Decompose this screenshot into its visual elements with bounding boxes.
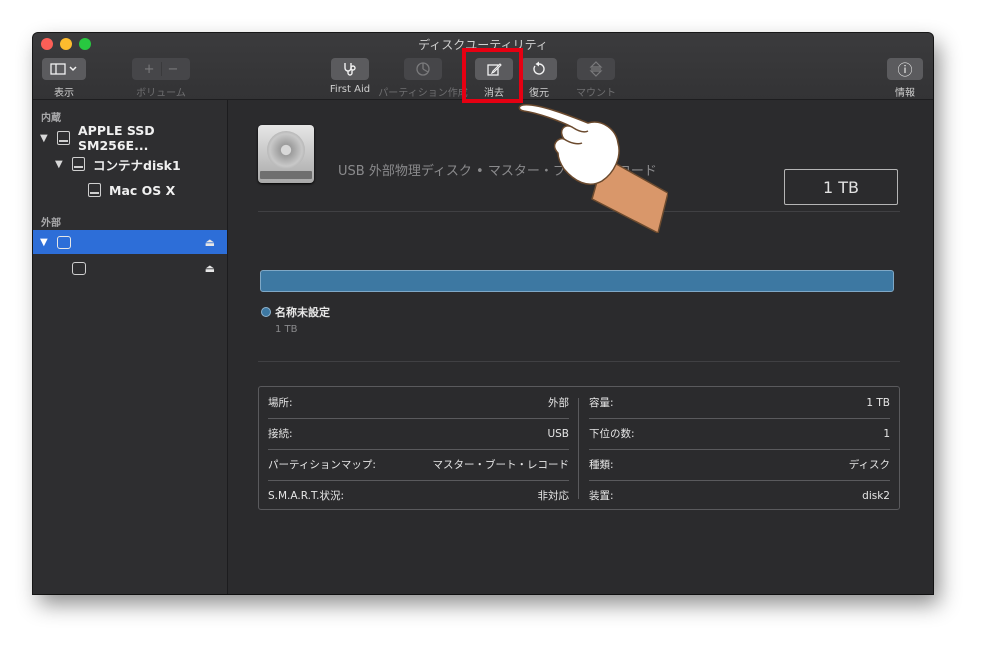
info-row-child-count: 下位の数: 1	[589, 418, 890, 449]
sidebar-section-internal: 内蔵	[41, 113, 61, 124]
sidebar-item-label: APPLE SSD SM256E...	[78, 123, 155, 153]
info-value: マスター・ブート・レコード	[432, 459, 570, 471]
info-value: disk2	[862, 489, 890, 502]
disk-utility-window: ディスクユーティリティ 表示 + − ボリューム First Aid パーティシ…	[33, 33, 933, 594]
sidebar: 内蔵 ▼ APPLE SSD SM256E... ▼ コンテナdisk1 Mac…	[33, 100, 228, 594]
info-row-partition-map: パーティションマップ: マスター・ブート・レコード	[268, 449, 569, 480]
partition-color-dot	[261, 307, 271, 317]
info-key: パーティションマップ:	[268, 459, 376, 471]
stethoscope-icon	[344, 63, 356, 76]
disclosure-triangle-icon[interactable]: ▼	[55, 159, 63, 170]
info-row-capacity: 容量: 1 TB	[589, 387, 890, 418]
external-disk-icon	[57, 235, 71, 249]
info-row-connection: 接続: USB	[268, 418, 569, 449]
info-key: 容量:	[589, 397, 614, 409]
internal-disk-icon	[57, 131, 70, 145]
info-value: USB	[547, 427, 569, 440]
sidebar-toggle-icon	[50, 63, 77, 75]
info-key: 下位の数:	[589, 428, 635, 440]
info-row-device: 装置: disk2	[589, 480, 890, 511]
info-value: ディスク	[848, 459, 890, 471]
eject-icon[interactable]: ⏏	[205, 262, 215, 275]
container-icon	[72, 157, 85, 171]
first-aid-label: First Aid	[329, 84, 371, 95]
restore-button[interactable]	[521, 58, 557, 80]
disk-base	[260, 171, 312, 179]
info-value: 1 TB	[866, 396, 890, 409]
view-button[interactable]	[42, 58, 86, 80]
volume-segmented-control[interactable]: + −	[132, 58, 190, 80]
view-label: 表示	[54, 88, 74, 99]
remove-volume-button[interactable]: −	[168, 62, 179, 77]
disk-capacity: 1 TB	[784, 169, 898, 205]
partition-button[interactable]	[404, 58, 442, 80]
eject-icon[interactable]: ⏏	[205, 236, 215, 249]
volume-label: ボリューム	[136, 88, 186, 99]
info-row-smart-status: S.M.A.R.T.状況: 非対応	[268, 480, 569, 511]
disclosure-triangle-icon[interactable]: ▼	[40, 237, 48, 248]
mount-icon	[589, 61, 603, 77]
info-value: 1	[883, 427, 890, 440]
disk-platter	[267, 131, 305, 169]
info-key: S.M.A.R.T.状況:	[268, 490, 345, 502]
partition-size: 1 TB	[275, 324, 298, 335]
info-key: 場所:	[268, 397, 293, 409]
pointing-hand-icon	[518, 104, 668, 233]
sidebar-item-external-volume[interactable]: ⏏	[33, 256, 227, 280]
info-key: 接続:	[268, 428, 293, 440]
add-volume-button[interactable]: +	[144, 62, 155, 77]
partition-bar[interactable]	[260, 270, 894, 292]
sidebar-item-external-disk[interactable]: ▼ ⏏	[33, 230, 227, 254]
partition-name: 名称未設定	[275, 306, 330, 319]
sidebar-section-external: 外部	[41, 218, 61, 229]
sidebar-item-apple-ssd[interactable]: ▼ APPLE SSD SM256E...	[33, 123, 227, 153]
first-aid-button[interactable]	[331, 58, 369, 80]
column-divider	[578, 398, 579, 499]
volume-icon	[88, 183, 101, 197]
hard-drive-icon	[258, 125, 314, 183]
info-row-type: 種類: ディスク	[589, 449, 890, 480]
divider	[258, 361, 900, 362]
sidebar-item-label: Mac OS X	[109, 182, 176, 198]
mount-button[interactable]	[577, 58, 615, 80]
partition-label: パーティション作成	[378, 88, 468, 99]
info-label: 情報	[895, 88, 915, 99]
info-value: 外部	[548, 397, 569, 409]
segment-divider	[160, 62, 162, 76]
info-button[interactable]: ⓘ	[887, 58, 923, 80]
info-row-location: 場所: 外部	[268, 387, 569, 418]
sidebar-item-container-disk1[interactable]: ▼ コンテナdisk1	[33, 152, 227, 176]
sidebar-item-mac-os-x[interactable]: Mac OS X	[33, 178, 227, 202]
erase-highlight-box	[462, 48, 523, 103]
info-key: 装置:	[589, 490, 614, 502]
info-value: 非対応	[537, 490, 570, 502]
pie-partition-icon	[416, 62, 430, 76]
info-key: 種類:	[589, 459, 614, 471]
info-icon: ⓘ	[897, 60, 913, 79]
disclosure-triangle-icon[interactable]: ▼	[40, 133, 48, 144]
restore-arrow-icon	[533, 61, 545, 75]
external-volume-icon	[72, 261, 86, 275]
sidebar-item-label: コンテナdisk1	[93, 157, 181, 173]
info-table: 場所: 外部 接続: USB パーティションマップ: マスター・ブート・レコード…	[258, 386, 900, 510]
